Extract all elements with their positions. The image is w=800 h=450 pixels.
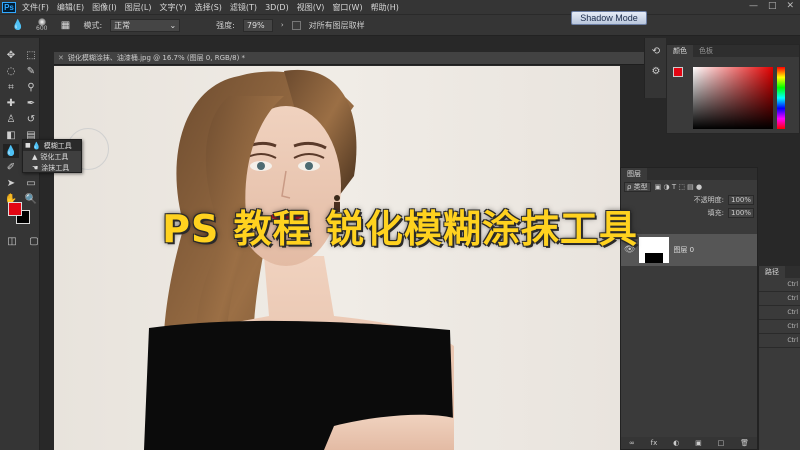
healing-tool-icon[interactable]: ✚ [3, 96, 19, 110]
marquee-tool-icon[interactable]: ⬚ [23, 48, 39, 62]
maximize-button[interactable]: □ [768, 1, 777, 11]
history-row[interactable]: Ctrl [759, 306, 800, 320]
strength-value: 79% [246, 20, 265, 30]
menu-type[interactable]: 文字(Y) [159, 2, 186, 13]
brush-tool-icon[interactable]: ✒ [23, 96, 39, 110]
blur-icon: 💧 [32, 141, 41, 150]
menu-filter[interactable]: 滤镜(T) [230, 2, 257, 13]
strength-input[interactable]: 79% [242, 18, 273, 32]
move-tool-icon[interactable]: ✥ [3, 48, 19, 62]
stamp-tool-icon[interactable]: ♙ [3, 112, 19, 126]
close-button[interactable]: ✕ [786, 1, 794, 11]
panel-dock-strip: ⟲ ⚙ [644, 38, 666, 98]
eyedropper-tool-icon[interactable]: ⚲ [23, 80, 39, 94]
menu-3d[interactable]: 3D(D) [265, 3, 289, 12]
history-panel-icon[interactable]: ⟲ [648, 44, 664, 58]
close-document-icon[interactable]: ✕ [58, 54, 64, 62]
history-row[interactable]: Ctrl [759, 320, 800, 334]
shadow-mode-button[interactable]: Shadow Mode [571, 11, 647, 25]
brush-size: 600 [36, 25, 48, 32]
options-bar: 💧 600 ▦ 模式: 正常 ⌄ 强度: 79% › 对所有图层取样 [0, 14, 800, 36]
mask-icon[interactable]: ◐ [673, 439, 679, 447]
filter-icons[interactable]: ▣ ◑ T ⬚ ▤ ● [655, 183, 702, 191]
brush-panel-toggle[interactable]: ▦ [55, 17, 75, 33]
sample-all-layers-label: 对所有图层取样 [308, 20, 365, 30]
flyout-sharpen-tool[interactable]: ▲ 锐化工具 [23, 151, 81, 162]
layer-filter-row: ρ 类型 ▣ ◑ T ⬚ ▤ ● [621, 180, 757, 193]
quick-select-tool-icon[interactable]: ✎ [23, 64, 39, 78]
tab-color[interactable]: 颜色 [667, 45, 693, 57]
menu-help[interactable]: 帮助(H) [371, 2, 399, 13]
properties-panel-icon[interactable]: ⚙ [648, 64, 664, 78]
trash-icon[interactable]: 🗑 [740, 439, 749, 447]
flyout-smudge-tool[interactable]: ☚ 涂抹工具 [23, 162, 81, 173]
menu-view[interactable]: 视图(V) [297, 2, 325, 13]
foreground-color-swatch[interactable] [8, 202, 22, 216]
tool-preset-picker[interactable]: 💧 [8, 17, 28, 33]
flyout-blur-label: 模糊工具 [43, 141, 72, 150]
blur-tool-icon[interactable]: 💧 [3, 144, 19, 158]
flyout-sharpen-label: 锐化工具 [40, 152, 69, 161]
chevron-right-icon[interactable]: › [281, 21, 284, 29]
chevron-down-icon: ⌄ [169, 20, 177, 30]
pen-tool-icon[interactable]: ✐ [3, 160, 19, 174]
sharpen-icon: ▲ [32, 152, 38, 161]
eraser-tool-icon[interactable]: ◧ [3, 128, 19, 142]
mode-label: 模式: [83, 20, 103, 30]
history-brush-tool-icon[interactable]: ↺ [23, 112, 39, 126]
portrait-photo [144, 69, 454, 450]
shape-tool-icon[interactable]: ▭ [23, 176, 39, 190]
fx-icon[interactable]: fx [651, 439, 658, 447]
mode-value: 正常 [114, 20, 131, 30]
hue-slider[interactable] [777, 67, 785, 129]
new-layer-icon[interactable]: □ [718, 439, 725, 447]
panel-foreground-swatch[interactable] [673, 67, 683, 77]
window-controls: — □ ✕ [749, 1, 794, 11]
layer-filter-label: ρ 类型 [627, 182, 648, 191]
menu-layer[interactable]: 图层(L) [125, 2, 152, 13]
history-row[interactable]: Ctrl [759, 334, 800, 348]
adjustment-icon[interactable]: ▣ [695, 439, 702, 447]
tab-layers[interactable]: 图层 [621, 168, 647, 180]
menu-file[interactable]: 文件(F) [22, 2, 49, 13]
flyout-blur-tool[interactable]: ■ 💧 模糊工具 [23, 140, 81, 151]
tab-swatches[interactable]: 色板 [693, 45, 719, 57]
path-select-tool-icon[interactable]: ➤ [3, 176, 19, 190]
link-layers-icon[interactable]: ∞ [629, 439, 635, 447]
color-picker-field[interactable] [693, 67, 773, 129]
menu-image[interactable]: 图像(I) [92, 2, 117, 13]
smudge-icon: ☚ [32, 163, 39, 172]
menu-bar: Ps 文件(F) 编辑(E) 图像(I) 图层(L) 文字(Y) 选择(S) 滤… [0, 0, 800, 14]
sample-all-layers-checkbox[interactable] [291, 20, 301, 30]
lasso-tool-icon[interactable]: ◌ [3, 64, 19, 78]
crop-tool-icon[interactable]: ⌗ [3, 80, 19, 94]
document-tab[interactable]: ✕ 锐化模糊涂抹、油漆桶.jpg @ 16.7% (图层 0, RGB/8) * [54, 52, 644, 65]
selected-dot-icon: ■ [25, 142, 31, 149]
menu-window[interactable]: 窗口(W) [332, 2, 362, 13]
menu-edit[interactable]: 编辑(E) [57, 2, 84, 13]
strength-label: 强度: [216, 20, 235, 30]
menu-select[interactable]: 选择(S) [195, 2, 222, 13]
brush-panel-icon: ▦ [60, 19, 71, 31]
overlay-title: PS 教程 锐化模糊涂抹工具 [162, 207, 638, 251]
flyout-smudge-label: 涂抹工具 [41, 163, 70, 172]
history-row[interactable]: Ctrl [759, 278, 800, 292]
mode-select[interactable]: 正常 ⌄ [110, 18, 181, 32]
brush-preset-picker[interactable]: 600 [36, 18, 47, 32]
blur-tool-flyout: ■ 💧 模糊工具 ▲ 锐化工具 ☚ 涂抹工具 [22, 139, 82, 173]
tab-paths[interactable]: 路径 [759, 266, 785, 278]
color-panel: 颜色 色板 [666, 44, 800, 134]
minimize-button[interactable]: — [749, 1, 758, 11]
history-panel: 路径 Ctrl Ctrl Ctrl Ctrl Ctrl [758, 266, 800, 450]
photoshop-logo: Ps [2, 1, 16, 13]
layer-filter-select[interactable]: ρ 类型 [624, 181, 651, 192]
history-row[interactable]: Ctrl [759, 292, 800, 306]
document-canvas[interactable] [54, 66, 620, 450]
document-title: 锐化模糊涂抹、油漆桶.jpg @ 16.7% (图层 0, RGB/8) * [67, 54, 246, 62]
layers-footer: ∞ fx ◐ ▣ □ 🗑 [621, 437, 757, 449]
blur-drop-icon: 💧 [11, 19, 25, 31]
